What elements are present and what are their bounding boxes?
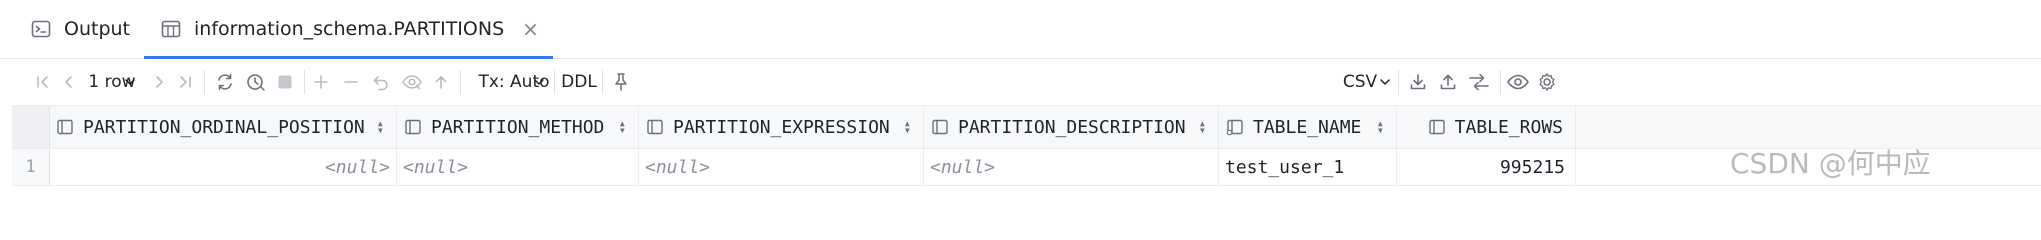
sort-icon[interactable]: ▴ ▾ (619, 117, 626, 136)
key-column-icon (1225, 117, 1245, 137)
sort-icon[interactable]: ▴ ▾ (377, 117, 384, 136)
column-header-table-rows[interactable]: TABLE_ROWS (1397, 106, 1576, 148)
toolbar-divider (304, 70, 305, 94)
column-header-partition-description[interactable]: PARTITION_DESCRIPTION ▴ ▾ (924, 106, 1219, 148)
history-clock-icon[interactable] (241, 59, 271, 105)
row-number: 1 (12, 149, 50, 185)
toolbar-divider (204, 70, 205, 94)
last-page-icon[interactable] (172, 59, 198, 105)
close-icon[interactable]: × (522, 19, 539, 39)
ddl-button[interactable]: DDL (561, 59, 597, 105)
compare-arrows-icon[interactable] (1464, 59, 1494, 105)
column-header-partition-method[interactable]: PARTITION_METHOD ▴ ▾ (397, 106, 639, 148)
preview-changes-icon[interactable] (398, 59, 426, 105)
column-icon (403, 117, 423, 137)
toolbar-divider (460, 70, 461, 94)
csdn-watermark: CSDN @何中应 (1730, 147, 1931, 180)
export-format-label: CSV (1342, 72, 1378, 92)
submit-arrow-up-icon[interactable] (428, 59, 454, 105)
download-icon[interactable] (1404, 59, 1432, 105)
column-header-label: TABLE_NAME (1253, 116, 1362, 138)
chevron-down-icon[interactable] (530, 59, 548, 105)
cell-table-name[interactable]: test_user_1 (1219, 149, 1397, 185)
cell-partition-ordinal-position[interactable]: <null> (50, 149, 397, 185)
previous-page-icon[interactable] (56, 59, 82, 105)
ddl-label: DDL (561, 72, 597, 92)
toolbar-divider (602, 70, 603, 94)
column-header-label: PARTITION_METHOD (431, 116, 605, 138)
cell-partition-method[interactable]: <null> (397, 149, 639, 185)
revert-icon[interactable] (368, 59, 394, 105)
sort-icon[interactable]: ▴ ▾ (1199, 117, 1206, 136)
upload-icon[interactable] (1434, 59, 1462, 105)
toolbar-divider (1398, 70, 1399, 94)
console-icon (30, 18, 52, 40)
column-header-partition-expression[interactable]: PARTITION_EXPRESSION ▴ ▾ (639, 106, 924, 148)
toolbar-divider (1500, 70, 1501, 94)
tab-partitions[interactable]: information_schema.PARTITIONS × (144, 0, 553, 59)
cell-table-rows[interactable]: 995215 (1397, 149, 1576, 185)
column-header-label: TABLE_ROWS (1454, 116, 1563, 138)
pin-icon[interactable] (608, 59, 634, 105)
editor-tab-bar: Output information_schema.PARTITIONS × (0, 0, 2041, 59)
tab-partitions-label: information_schema.PARTITIONS (194, 18, 505, 40)
next-page-icon[interactable] (146, 59, 172, 105)
column-header-partition-ordinal-position[interactable]: PARTITION_ORDINAL_POSITION ▴ ▾ (50, 106, 397, 148)
column-header-label: PARTITION_EXPRESSION (673, 116, 890, 138)
table-icon (160, 18, 182, 40)
tab-output[interactable]: Output (30, 0, 130, 58)
settings-gear-icon[interactable] (1534, 59, 1560, 105)
cell-partition-description[interactable]: <null> (924, 149, 1219, 185)
delete-row-icon[interactable] (338, 59, 364, 105)
first-page-icon[interactable] (30, 59, 56, 105)
cell-partition-expression[interactable]: <null> (639, 149, 924, 185)
column-icon (55, 117, 75, 137)
column-icon (645, 117, 665, 137)
chevron-down-icon[interactable] (1376, 59, 1394, 105)
column-icon (1427, 117, 1447, 137)
result-toolbar: 1 row Tx: Auto DDL CSV (0, 59, 2041, 105)
stop-icon[interactable] (272, 59, 298, 105)
sort-icon[interactable]: ▴ ▾ (904, 117, 911, 136)
tab-output-label: Output (64, 18, 130, 40)
row-number-header (12, 106, 50, 148)
view-eye-icon[interactable] (1503, 59, 1533, 105)
column-header-table-name[interactable]: TABLE_NAME ▴ ▾ (1219, 106, 1397, 148)
column-header-label: PARTITION_DESCRIPTION (958, 116, 1186, 138)
column-header-label: PARTITION_ORDINAL_POSITION (83, 116, 365, 138)
add-row-icon[interactable] (308, 59, 334, 105)
refresh-icon[interactable] (210, 59, 240, 105)
column-icon (930, 117, 950, 137)
sort-icon[interactable]: ▴ ▾ (1377, 117, 1384, 136)
chevron-down-icon[interactable] (120, 59, 140, 105)
toolbar-divider (554, 70, 555, 94)
